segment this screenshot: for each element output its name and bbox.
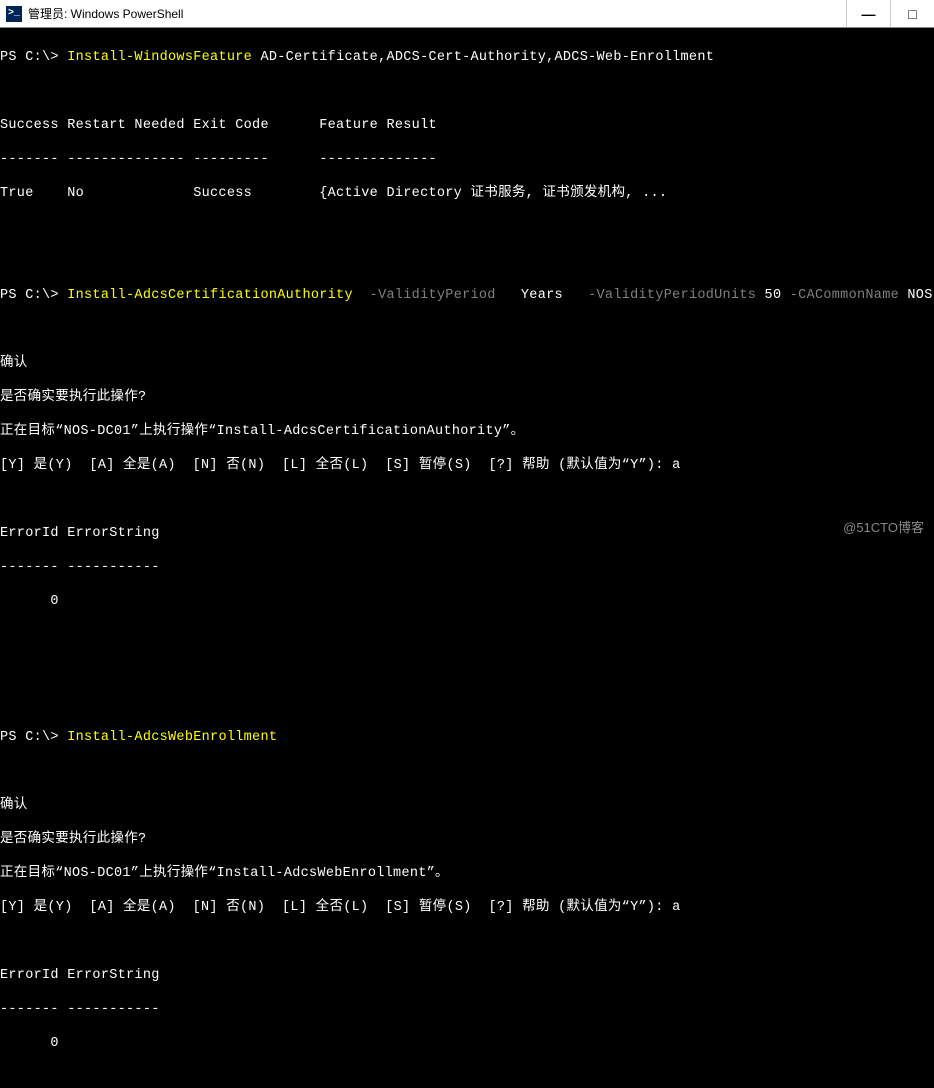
minimize-button[interactable]: —: [846, 0, 890, 27]
param-flag: -CACommonName: [781, 288, 899, 303]
prompt: PS C:\>: [0, 730, 67, 745]
error-row: 0: [0, 1035, 934, 1052]
titlebar-controls: — □: [846, 0, 934, 27]
confirm-title: 确认: [0, 355, 934, 372]
terminal-output[interactable]: PS C:\> Install-WindowsFeature AD-Certif…: [0, 28, 934, 1088]
error-divider: ------- -----------: [0, 559, 934, 576]
maximize-button[interactable]: □: [890, 0, 934, 27]
error-header: ErrorId ErrorString: [0, 967, 934, 984]
confirm-options: [Y] 是(Y) [A] 全是(A) [N] 否(N) [L] 全否(L) [S…: [0, 899, 934, 916]
titlebar-left: >_ 管理员: Windows PowerShell: [0, 5, 183, 22]
confirm-target: 正在目标“NOS-DC01”上执行操作“Install-AdcsCertific…: [0, 423, 934, 440]
error-header: ErrorId ErrorString: [0, 525, 934, 542]
table-row: True No Success {Active Directory 证书服务, …: [0, 185, 934, 202]
confirm-options: [Y] 是(Y) [A] 全是(A) [N] 否(N) [L] 全否(L) [S…: [0, 457, 934, 474]
param-value: Years: [496, 288, 563, 303]
command-name: Install-WindowsFeature: [67, 50, 252, 65]
command-name: Install-AdcsCertificationAuthority: [67, 288, 353, 303]
param-value: NOS-CA: [899, 288, 934, 303]
window-title: 管理员: Windows PowerShell: [28, 5, 183, 22]
window-titlebar: >_ 管理员: Windows PowerShell — □: [0, 0, 934, 28]
table-divider: ------- -------------- --------- -------…: [0, 151, 934, 168]
param-value: 50: [756, 288, 781, 303]
param-flag: -ValidityPeriod: [353, 288, 496, 303]
command-args: AD-Certificate,ADCS-Cert-Authority,ADCS-…: [252, 50, 714, 65]
error-row: 0: [0, 593, 934, 610]
prompt: PS C:\>: [0, 288, 67, 303]
confirm-target: 正在目标“NOS-DC01”上执行操作“Install-AdcsWebEnrol…: [0, 865, 934, 882]
error-divider: ------- -----------: [0, 1001, 934, 1018]
command-name: Install-AdcsWebEnrollment: [67, 730, 277, 745]
watermark: @51CTO博客: [843, 517, 924, 536]
param-flag: -ValidityPeriodUnits: [563, 288, 756, 303]
confirm-question: 是否确实要执行此操作?: [0, 389, 934, 406]
table-header: Success Restart Needed Exit Code Feature…: [0, 117, 934, 134]
powershell-icon: >_: [6, 6, 22, 22]
prompt: PS C:\>: [0, 50, 67, 65]
confirm-title: 确认: [0, 797, 934, 814]
confirm-question: 是否确实要执行此操作?: [0, 831, 934, 848]
